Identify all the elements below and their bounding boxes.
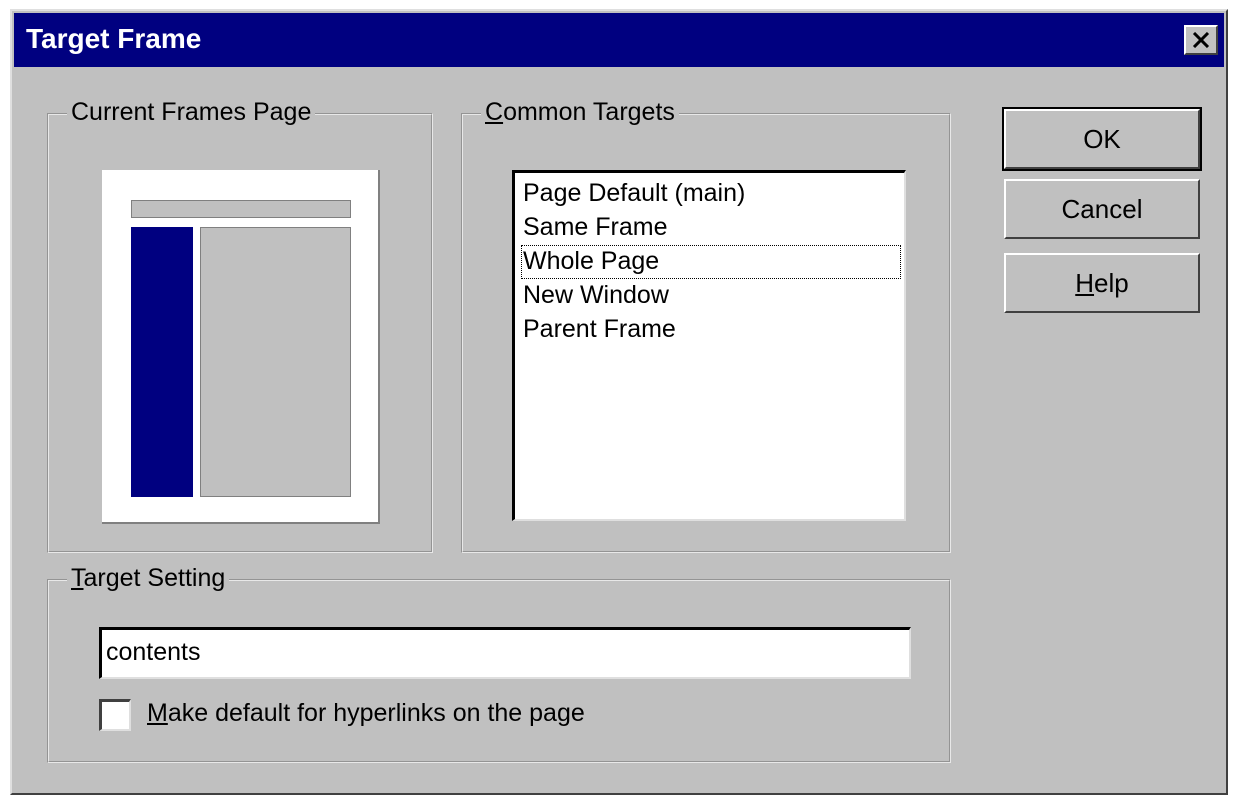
common-targets-listbox[interactable]: Page Default (main) Same Frame Whole Pag…: [512, 170, 906, 521]
make-default-checkbox[interactable]: [99, 699, 131, 731]
list-item[interactable]: Page Default (main): [521, 177, 901, 211]
cancel-button[interactable]: Cancel: [1004, 179, 1200, 239]
common-targets-label-rest: ommon Targets: [503, 98, 675, 126]
close-icon: [1192, 32, 1210, 48]
target-frame-dialog: Target Frame Current Frames Page Common …: [10, 9, 1228, 795]
target-setting-input[interactable]: contents: [99, 627, 911, 679]
current-frames-page-group: Current Frames Page: [47, 98, 433, 553]
list-item[interactable]: New Window: [521, 279, 901, 313]
make-default-mnemonic: M: [147, 699, 168, 727]
common-targets-mnemonic: C: [485, 98, 504, 126]
help-button[interactable]: Help: [1004, 253, 1200, 313]
target-setting-label-rest: arget Setting: [83, 564, 226, 592]
list-item[interactable]: Parent Frame: [521, 313, 901, 347]
list-item[interactable]: Whole Page: [521, 245, 901, 279]
make-default-label[interactable]: Make default for hyperlinks on the page: [147, 699, 585, 728]
close-button[interactable]: [1184, 25, 1218, 55]
dialog-title: Target Frame: [26, 23, 202, 54]
list-item[interactable]: Same Frame: [521, 211, 901, 245]
help-mnemonic: H: [1075, 267, 1095, 298]
title-bar: Target Frame: [14, 13, 1224, 67]
target-setting-label: Target Setting: [67, 564, 230, 593]
target-setting-group: Target Setting contents Make default for…: [47, 564, 951, 763]
frame-preview-main[interactable]: [200, 227, 351, 497]
frame-preview-top-banner[interactable]: [131, 200, 351, 218]
target-setting-mnemonic: T: [71, 564, 84, 592]
common-targets-group: Common Targets Page Default (main) Same …: [461, 98, 951, 553]
frames-preview: [102, 170, 380, 524]
common-targets-label: Common Targets: [481, 98, 679, 127]
make-default-label-rest: ake default for hyperlinks on the page: [167, 699, 585, 727]
help-label-rest: elp: [1094, 267, 1129, 298]
current-frames-page-label: Current Frames Page: [67, 98, 316, 127]
frame-preview-contents-selected[interactable]: [131, 227, 193, 497]
ok-button[interactable]: OK: [1002, 107, 1202, 171]
